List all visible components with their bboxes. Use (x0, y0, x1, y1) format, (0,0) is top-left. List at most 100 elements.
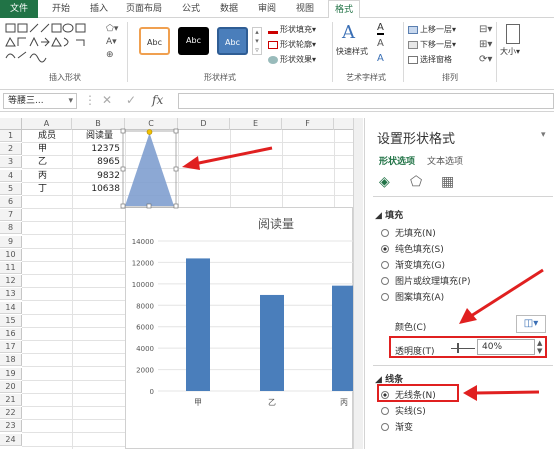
shape-fill-button[interactable]: 形状填充▾ (268, 24, 316, 35)
group-icon[interactable]: ⊞▾ (479, 39, 492, 50)
group-separator (496, 22, 497, 82)
send-backward-button[interactable]: 下移一层▾ (408, 39, 456, 50)
tab-shape-options[interactable]: 形状选项 (379, 154, 415, 167)
quick-styles-button[interactable]: 快速样式 (336, 46, 368, 57)
row-header-8[interactable]: 8 (0, 222, 22, 235)
name-box-value: 等腰三... (8, 96, 44, 106)
vertical-scrollbar[interactable] (353, 118, 363, 449)
isosceles-triangle-shape[interactable] (120, 128, 180, 210)
pane-divider (373, 196, 553, 197)
merge-shapes-icon[interactable]: ⊕ (106, 50, 114, 60)
tab-insert[interactable]: 插入 (84, 0, 114, 18)
shape-effects-button[interactable]: 形状效果▾ (268, 54, 316, 65)
row-header-12[interactable]: 12 (0, 275, 22, 288)
style-sample-black[interactable]: Abc (178, 27, 209, 55)
cell-b5[interactable]: 10638 (76, 183, 120, 195)
cell-a4[interactable]: 丙 (38, 170, 47, 182)
text-effects-icon[interactable]: A (377, 53, 384, 64)
row-header-4[interactable]: 4 (0, 169, 22, 182)
x-tick-label: 丙 (340, 398, 348, 407)
cell-a5[interactable]: 丁 (38, 183, 47, 195)
fill-option-2[interactable]: 渐变填充(G) (381, 258, 445, 271)
column-header-f[interactable]: F (282, 118, 334, 130)
row-header-15[interactable]: 15 (0, 314, 22, 327)
shape-gallery[interactable] (4, 22, 104, 66)
row-header-23[interactable]: 23 (0, 420, 22, 433)
shape-outline-button[interactable]: 形状轮廓▾ (268, 39, 316, 50)
row-header-21[interactable]: 21 (0, 394, 22, 406)
cell-b2[interactable]: 12375 (76, 143, 120, 155)
size-icon[interactable] (506, 24, 520, 44)
row-header-5[interactable]: 5 (0, 182, 22, 195)
row-header-16[interactable]: 16 (0, 328, 22, 340)
line-option-1[interactable]: 实线(S) (381, 404, 426, 417)
edit-shape-icon[interactable]: ⬠▾ (106, 24, 118, 34)
row-header-10[interactable]: 10 (0, 248, 22, 261)
row-header-13[interactable]: 13 (0, 288, 22, 301)
row-header-3[interactable]: 3 (0, 156, 22, 169)
rotate-icon[interactable]: ⟳▾ (479, 54, 492, 65)
row-header-7[interactable]: 7 (0, 209, 22, 222)
name-box[interactable]: 等腰三... ▾ (3, 93, 77, 109)
fill-line-icon[interactable]: ◈ (379, 174, 390, 190)
select-all-corner[interactable] (0, 118, 22, 130)
row-header-24[interactable]: 24 (0, 433, 22, 446)
row-header-18[interactable]: 18 (0, 354, 22, 367)
column-header-d[interactable]: D (178, 118, 230, 130)
tab-text-options[interactable]: 文本选项 (427, 154, 463, 167)
cell-a2[interactable]: 甲 (38, 143, 47, 155)
size-button[interactable]: 大小▾ (500, 46, 520, 57)
effects-pentagon-icon[interactable]: ⬠ (410, 174, 422, 190)
cell-b3[interactable]: 8965 (76, 156, 120, 168)
enter-icon[interactable]: ✓ (126, 93, 136, 107)
row-header-11[interactable]: 11 (0, 262, 22, 274)
fill-section-header[interactable]: ◢ 填充 (375, 208, 403, 221)
row-header-20[interactable]: 20 (0, 380, 22, 393)
tab-home[interactable]: 开始 (46, 0, 76, 18)
align-icon[interactable]: ⊟▾ (479, 24, 492, 35)
style-sample-blue[interactable]: Abc (217, 27, 248, 55)
row-header-14[interactable]: 14 (0, 301, 22, 314)
tab-format[interactable]: 格式 (328, 0, 360, 19)
insert-function-icon[interactable]: fx (152, 93, 163, 107)
tab-file[interactable]: 文件 (0, 0, 38, 18)
text-outline-icon[interactable]: A (377, 38, 384, 49)
line-option-2[interactable]: 渐变 (381, 420, 413, 433)
cancel-icon[interactable]: ✕ (102, 93, 112, 107)
cell-b1[interactable]: 阅读量 (86, 130, 113, 142)
style-gallery-scroll[interactable]: ▴ ▾ ▿ (252, 27, 262, 55)
text-fill-icon[interactable]: A (377, 22, 384, 35)
bring-forward-button[interactable]: 上移一层▾ (408, 24, 456, 35)
fill-option-0[interactable]: 无填充(N) (381, 226, 436, 239)
fill-option-1[interactable]: 纯色填充(S) (381, 242, 444, 255)
row-header-22[interactable]: 22 (0, 407, 22, 420)
tab-view[interactable]: 视图 (290, 0, 320, 18)
row-header-9[interactable]: 9 (0, 235, 22, 248)
tab-page-layout[interactable]: 页面布局 (120, 0, 168, 18)
tab-review[interactable]: 审阅 (252, 0, 282, 18)
cell-a1[interactable]: 成员 (38, 130, 56, 142)
quick-styles-icon[interactable]: A (342, 22, 355, 43)
text-box-icon[interactable]: A▾ (106, 37, 117, 47)
row-header-19[interactable]: 19 (0, 367, 22, 380)
cell-a3[interactable]: 乙 (38, 156, 47, 168)
chevron-down-icon[interactable]: ▾ (68, 94, 73, 108)
row-header-17[interactable]: 17 (0, 341, 22, 354)
size-properties-icon[interactable]: ▦ (441, 174, 454, 190)
cell-b4[interactable]: 9832 (76, 170, 120, 182)
pane-close-icon[interactable]: ▾ (541, 130, 546, 140)
column-header-b[interactable]: B (72, 118, 125, 130)
selection-pane-button[interactable]: 选择窗格 (408, 54, 452, 65)
column-header-e[interactable]: E (230, 118, 282, 130)
chart-area[interactable]: 阅读量 0 2000 4000 6000 8000 10000 12000 14000 甲 乙 丙 (125, 207, 356, 449)
row-header-1[interactable]: 1 (0, 130, 22, 142)
more-options-icon[interactable]: ⋮ (84, 93, 96, 107)
column-header-a[interactable]: A (22, 118, 72, 130)
tab-data[interactable]: 数据 (214, 0, 244, 18)
fill-option-4[interactable]: 图案填充(A) (381, 290, 444, 303)
row-header-6[interactable]: 6 (0, 196, 22, 208)
row-header-2[interactable]: 2 (0, 143, 22, 156)
style-sample-outline-orange[interactable]: Abc (139, 27, 170, 55)
formula-input[interactable] (178, 93, 554, 109)
tab-formulas[interactable]: 公式 (176, 0, 206, 18)
